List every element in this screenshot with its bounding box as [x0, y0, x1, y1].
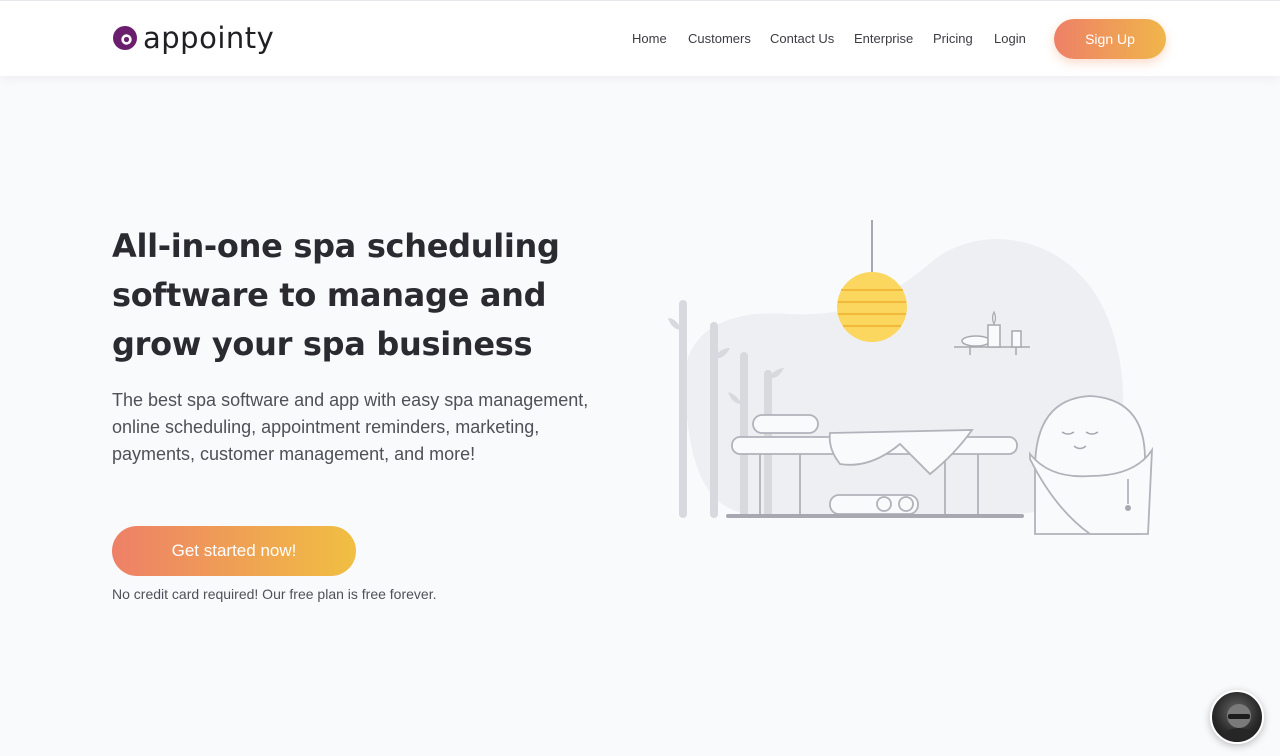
nav-enterprise[interactable]: Enterprise — [854, 29, 913, 49]
spa-illustration — [660, 214, 1160, 544]
sign-up-button[interactable]: Sign Up — [1054, 19, 1166, 59]
nav-login[interactable]: Login — [994, 29, 1026, 49]
nav-customers[interactable]: Customers — [688, 29, 751, 49]
nav-contact-us[interactable]: Contact Us — [770, 29, 834, 49]
hero-title: All-in-one spa scheduling software to ma… — [112, 227, 560, 363]
nav-home[interactable]: Home — [632, 29, 667, 49]
get-started-button[interactable]: Get started now! — [112, 526, 356, 576]
nav-pricing[interactable]: Pricing — [933, 29, 973, 49]
chat-support-avatar[interactable] — [1210, 690, 1264, 744]
site-header: appointy Home Customers Contact Us Enter… — [0, 0, 1280, 76]
free-plan-note: No credit card required! Our free plan i… — [112, 586, 437, 602]
hero-subtitle: The best spa software and app with easy … — [112, 390, 589, 464]
